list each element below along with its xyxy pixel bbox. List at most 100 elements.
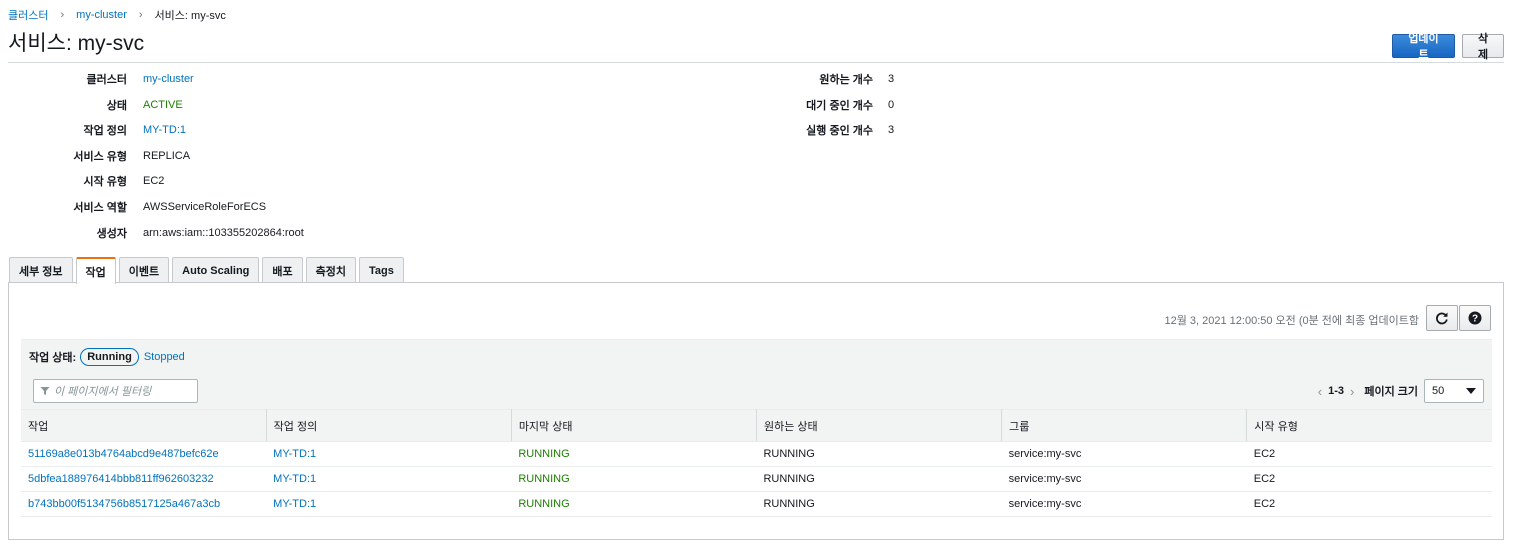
- service-role-value: AWSServiceRoleForECS: [143, 201, 267, 213]
- detail-label: 대기 중인 개수: [806, 100, 873, 112]
- breadcrumb: 클러스터 › my-cluster › 서비스: my-svc: [8, 8, 226, 22]
- title-actions: 업데이트 삭제: [1392, 33, 1504, 61]
- page-range: 1-3: [1328, 385, 1344, 397]
- filter-input[interactable]: 이 페이지에서 필터링: [33, 379, 198, 403]
- last-status-cell: RUNNING: [511, 466, 757, 492]
- breadcrumb-clusters-link[interactable]: 클러스터: [8, 7, 48, 23]
- column-header-desired-status[interactable]: 원하는 상태: [756, 409, 1003, 442]
- pagination: ‹ 1-3 › 페이지 크기 50: [1318, 379, 1484, 403]
- tab-bar: 세부 정보 작업 이벤트 Auto Scaling 배포 측정치 Tags: [9, 257, 404, 284]
- svg-text:?: ?: [1472, 314, 1478, 325]
- tab-events[interactable]: 이벤트: [118, 257, 170, 283]
- table-row: 5dbfea188976414bbb811ff962603232 MY-TD:1…: [21, 466, 1492, 492]
- status-value: ACTIVE: [143, 99, 183, 111]
- launch-type-value: EC2: [143, 175, 165, 187]
- created-by-value: arn:aws:iam::103355202864:root: [143, 227, 304, 239]
- chevron-right-icon: ›: [138, 9, 143, 21]
- refresh-button[interactable]: [1426, 305, 1458, 331]
- detail-label: 시작 유형: [83, 176, 127, 188]
- column-header-last-status[interactable]: 마지막 상태: [511, 409, 757, 442]
- detail-label: 작업 정의: [83, 125, 127, 137]
- caret-down-icon: [1466, 388, 1476, 394]
- detail-row-task-definition: 작업 정의 MY-TD:1: [0, 123, 600, 137]
- detail-label: 클러스터: [86, 74, 127, 86]
- delete-button[interactable]: 삭제: [1462, 33, 1504, 61]
- column-header-launch-type[interactable]: 시작 유형: [1246, 409, 1492, 442]
- launch-type-cell: EC2: [1246, 491, 1492, 517]
- task-definition-link[interactable]: MY-TD:1: [266, 441, 512, 467]
- task-status-filter: 작업 상태: Running Stopped: [21, 339, 1492, 373]
- filter-bar: 이 페이지에서 필터링 ‹ 1-3 › 페이지 크기 50: [21, 373, 1492, 409]
- page-title: 서비스: my-svc: [8, 32, 145, 55]
- detail-row-status: 상태 ACTIVE: [0, 98, 600, 112]
- detail-row-created-by: 생성자 arn:aws:iam::103355202864:root: [0, 226, 600, 240]
- filter-placeholder: 이 페이지에서 필터링: [54, 386, 152, 398]
- detail-row-desired-count: 원하는 개수 3: [700, 72, 1100, 86]
- column-header-task[interactable]: 작업: [21, 409, 267, 442]
- detail-label: 상태: [106, 100, 127, 112]
- group-cell: service:my-svc: [1001, 441, 1247, 467]
- detail-label: 서비스 유형: [73, 151, 127, 163]
- desired-status-cell: RUNNING: [756, 466, 1002, 492]
- task-definition-link[interactable]: MY-TD:1: [266, 466, 512, 492]
- update-button[interactable]: 업데이트: [1392, 33, 1455, 61]
- tab-details[interactable]: 세부 정보: [9, 257, 73, 283]
- divider: [8, 62, 1504, 63]
- column-header-group[interactable]: 그룹: [1001, 409, 1248, 442]
- launch-type-cell: EC2: [1246, 466, 1492, 492]
- detail-label: 실행 중인 개수: [806, 125, 873, 137]
- help-button[interactable]: ?: [1459, 305, 1491, 331]
- task-status-label: 작업 상태:: [29, 351, 77, 364]
- tab-tags[interactable]: Tags: [359, 257, 404, 283]
- tasks-panel: 12월 3, 2021 12:00:50 오전 (0분 전에 최종 업데이트함 …: [8, 282, 1504, 540]
- page-size-select[interactable]: 50: [1424, 379, 1484, 403]
- chevron-right-icon: ›: [60, 9, 65, 21]
- tab-auto-scaling[interactable]: Auto Scaling: [172, 257, 260, 283]
- task-id-link[interactable]: 5dbfea188976414bbb811ff962603232: [21, 466, 267, 492]
- table-row: 51169a8e013b4764abcd9e487befc62e MY-TD:1…: [21, 441, 1492, 467]
- status-stopped-link[interactable]: Stopped: [144, 351, 185, 363]
- refresh-icon: [1436, 312, 1448, 325]
- detail-row-service-type: 서비스 유형 REPLICA: [0, 149, 600, 163]
- tab-metrics[interactable]: 측정치: [305, 257, 357, 283]
- next-page-icon[interactable]: ›: [1350, 384, 1354, 399]
- tasks-table: 작업 작업 정의 마지막 상태 원하는 상태 그룹 시작 유형 51169a8e…: [21, 409, 1492, 517]
- filter-icon: [40, 387, 50, 395]
- running-count-value: 3: [888, 124, 895, 136]
- last-status-cell: RUNNING: [511, 491, 757, 517]
- detail-row-service-role: 서비스 역할 AWSServiceRoleForECS: [0, 200, 600, 214]
- detail-label: 원하는 개수: [819, 74, 873, 86]
- tab-tasks[interactable]: 작업: [75, 257, 116, 284]
- launch-type-cell: EC2: [1246, 441, 1492, 467]
- desired-status-cell: RUNNING: [756, 491, 1002, 517]
- last-updated-text: 12월 3, 2021 12:00:50 오전 (0분 전에 최종 업데이트함: [1164, 315, 1420, 327]
- desired-count-value: 3: [888, 73, 895, 85]
- help-icon: ?: [1468, 311, 1482, 325]
- column-header-task-definition[interactable]: 작업 정의: [266, 409, 512, 442]
- detail-label: 서비스 역할: [73, 202, 127, 214]
- status-running-pill[interactable]: Running: [80, 347, 139, 366]
- prev-page-icon[interactable]: ‹: [1318, 384, 1322, 399]
- last-status-cell: RUNNING: [511, 441, 757, 467]
- breadcrumb-cluster-link[interactable]: my-cluster: [76, 9, 127, 21]
- pending-count-value: 0: [888, 99, 895, 111]
- breadcrumb-current: 서비스: my-svc: [154, 10, 226, 22]
- group-cell: service:my-svc: [1001, 491, 1247, 517]
- task-id-link[interactable]: b743bb00f5134756b8517125a467a3cb: [21, 491, 267, 517]
- group-cell: service:my-svc: [1001, 466, 1247, 492]
- task-definition-link[interactable]: MY-TD:1: [143, 124, 186, 136]
- task-definition-link[interactable]: MY-TD:1: [266, 491, 512, 517]
- task-area: 작업 상태: Running Stopped 이 페이지에서 필터링 ‹ 1-3…: [21, 339, 1492, 521]
- task-id-link[interactable]: 51169a8e013b4764abcd9e487befc62e: [21, 441, 267, 467]
- detail-row-cluster: 클러스터 my-cluster: [0, 72, 600, 86]
- table-row: b743bb00f5134756b8517125a467a3cb MY-TD:1…: [21, 491, 1492, 517]
- page-size-label: 페이지 크기: [1364, 386, 1418, 398]
- desired-status-cell: RUNNING: [756, 441, 1002, 467]
- tab-deployments[interactable]: 배포: [262, 257, 303, 283]
- detail-row-pending-count: 대기 중인 개수 0: [700, 98, 1100, 112]
- detail-row-running-count: 실행 중인 개수 3: [700, 123, 1100, 137]
- detail-label: 생성자: [96, 228, 127, 240]
- table-header-row: 작업 작업 정의 마지막 상태 원하는 상태 그룹 시작 유형: [21, 409, 1492, 442]
- cluster-link[interactable]: my-cluster: [143, 73, 194, 85]
- page-size-value: 50: [1432, 385, 1445, 397]
